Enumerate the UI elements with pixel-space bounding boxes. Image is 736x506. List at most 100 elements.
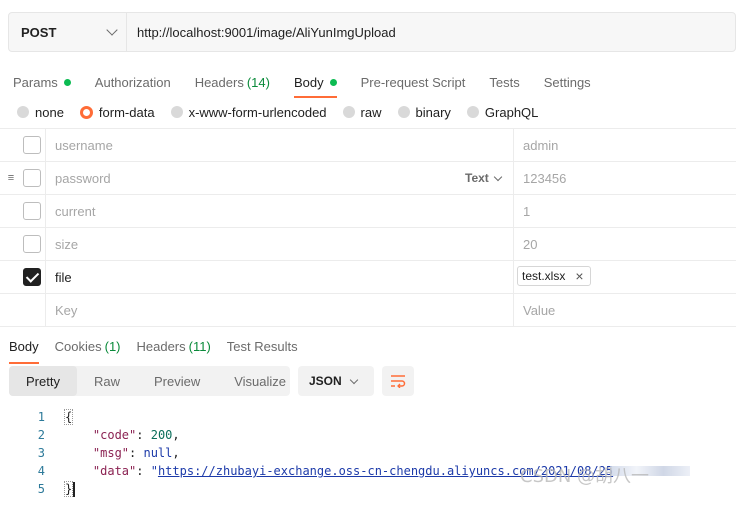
column-divider xyxy=(513,195,514,227)
line-number: 3 xyxy=(37,446,45,460)
column-divider xyxy=(513,228,514,260)
radio-form-data[interactable]: form-data xyxy=(79,105,155,120)
tab-pre-request-script[interactable]: Pre-request Script xyxy=(361,68,466,96)
radio-label: binary xyxy=(415,104,451,120)
column-divider xyxy=(45,162,46,194)
wrap-lines-icon xyxy=(391,375,406,388)
body-type-radios: none form-data x-www-form-urlencoded raw… xyxy=(17,102,554,122)
request-tabs: Params Authorization Headers (14) Body Pr… xyxy=(13,68,615,98)
tab-label: Authorization xyxy=(94,74,171,90)
radio-graphql[interactable]: GraphQL xyxy=(466,104,539,120)
tab-label: Params xyxy=(13,74,58,90)
row-checkbox[interactable] xyxy=(23,202,41,220)
tab-count: (14) xyxy=(246,74,270,90)
view-visualize-button[interactable]: Visualize xyxy=(217,366,303,396)
json-number: 200 xyxy=(150,428,173,442)
response-tab-cookies[interactable]: Cookies (1) xyxy=(55,334,121,358)
tab-label: Body xyxy=(293,74,324,90)
line-number: 1 xyxy=(37,410,45,424)
code-line: 1 { xyxy=(0,408,736,426)
radio-icon xyxy=(342,106,355,118)
new-key-input[interactable]: Key xyxy=(55,303,77,318)
value-field[interactable]: 123456 xyxy=(523,171,566,186)
active-dot-icon xyxy=(63,78,71,86)
file-name: test.xlsx xyxy=(522,269,566,283)
tab-settings[interactable]: Settings xyxy=(544,68,591,96)
tab-label: Tests xyxy=(489,74,520,90)
response-tab-headers[interactable]: Headers (11) xyxy=(137,334,211,358)
column-divider xyxy=(45,294,46,326)
line-number: 4 xyxy=(37,464,45,478)
table-row: size 20 xyxy=(0,228,736,261)
line-number: 5 xyxy=(37,482,45,496)
column-divider xyxy=(45,129,46,161)
radio-icon xyxy=(170,106,183,118)
radio-binary[interactable]: binary xyxy=(397,104,451,120)
view-preview-button[interactable]: Preview xyxy=(137,366,217,396)
value-field[interactable]: 20 xyxy=(523,237,537,252)
tab-count: (1) xyxy=(104,338,121,354)
column-divider xyxy=(45,195,46,227)
open-brace: { xyxy=(64,409,74,425)
json-null: null xyxy=(143,446,173,460)
column-divider xyxy=(45,261,46,293)
file-chip[interactable]: test.xlsx × xyxy=(517,266,591,286)
view-raw-button[interactable]: Raw xyxy=(77,366,137,396)
format-select[interactable]: JSON xyxy=(298,366,374,396)
close-brace: } xyxy=(64,481,74,497)
table-row: ≡ password Text 123456 xyxy=(0,162,736,195)
column-divider xyxy=(513,294,514,326)
json-key: "code" xyxy=(92,428,137,442)
column-divider xyxy=(45,228,46,260)
row-checkbox[interactable] xyxy=(23,136,41,154)
radio-label: raw xyxy=(360,104,382,120)
view-pretty-button[interactable]: Pretty xyxy=(9,366,77,396)
tab-label: Cookies xyxy=(54,338,102,354)
key-field[interactable]: file xyxy=(55,270,72,285)
key-field[interactable]: password xyxy=(55,171,111,186)
tab-headers[interactable]: Headers (14) xyxy=(195,68,270,96)
radio-raw[interactable]: raw xyxy=(342,104,382,120)
radio-label: GraphQL xyxy=(484,104,539,120)
close-icon[interactable]: × xyxy=(575,268,583,284)
tab-params[interactable]: Params xyxy=(13,68,71,96)
key-type-select[interactable]: Text xyxy=(465,171,503,185)
value-field[interactable]: 1 xyxy=(523,204,530,219)
tab-label: Test Results xyxy=(226,338,298,354)
method-select[interactable]: POST xyxy=(9,13,127,51)
table-row: file test.xlsx × xyxy=(0,261,736,294)
row-checkbox[interactable] xyxy=(23,169,41,187)
chevron-down-icon xyxy=(493,172,503,181)
column-divider xyxy=(513,162,514,194)
request-bar: POST http://localhost:9001/image/AliYunI… xyxy=(8,12,736,52)
radio-icon xyxy=(17,106,29,118)
chevron-down-icon xyxy=(106,24,118,36)
tab-body[interactable]: Body xyxy=(293,68,337,98)
new-value-input[interactable]: Value xyxy=(523,303,555,318)
key-field[interactable]: username xyxy=(55,138,113,153)
response-tabs: Body Cookies (1) Headers (11) Test Results xyxy=(9,334,314,364)
key-field[interactable]: current xyxy=(55,204,95,219)
tab-tests[interactable]: Tests xyxy=(489,68,519,96)
row-checkbox-checked[interactable] xyxy=(23,268,41,286)
key-field[interactable]: size xyxy=(55,237,78,252)
radio-icon xyxy=(397,106,410,118)
response-tab-body[interactable]: Body xyxy=(9,334,39,364)
tab-authorization[interactable]: Authorization xyxy=(95,68,171,96)
radio-label: x-www-form-urlencoded xyxy=(188,104,327,120)
code-line: 3 "msg": null, xyxy=(0,444,736,462)
value-field[interactable]: admin xyxy=(523,138,558,153)
response-tab-test-results[interactable]: Test Results xyxy=(227,334,298,358)
drag-handle-icon[interactable]: ≡ xyxy=(4,162,18,195)
tab-label: Pre-request Script xyxy=(360,74,466,90)
radio-x-www-form-urlencoded[interactable]: x-www-form-urlencoded xyxy=(170,104,327,120)
radio-none[interactable]: none xyxy=(17,105,64,120)
tab-count: (11) xyxy=(188,338,211,354)
url-input[interactable]: http://localhost:9001/image/AliYunImgUpl… xyxy=(127,13,735,51)
tab-label: Headers xyxy=(136,338,186,354)
wrap-lines-button[interactable] xyxy=(382,366,414,396)
json-key: "msg" xyxy=(92,446,130,460)
table-row-new: Key Value xyxy=(0,294,736,327)
text-cursor xyxy=(73,482,76,497)
row-checkbox[interactable] xyxy=(23,235,41,253)
